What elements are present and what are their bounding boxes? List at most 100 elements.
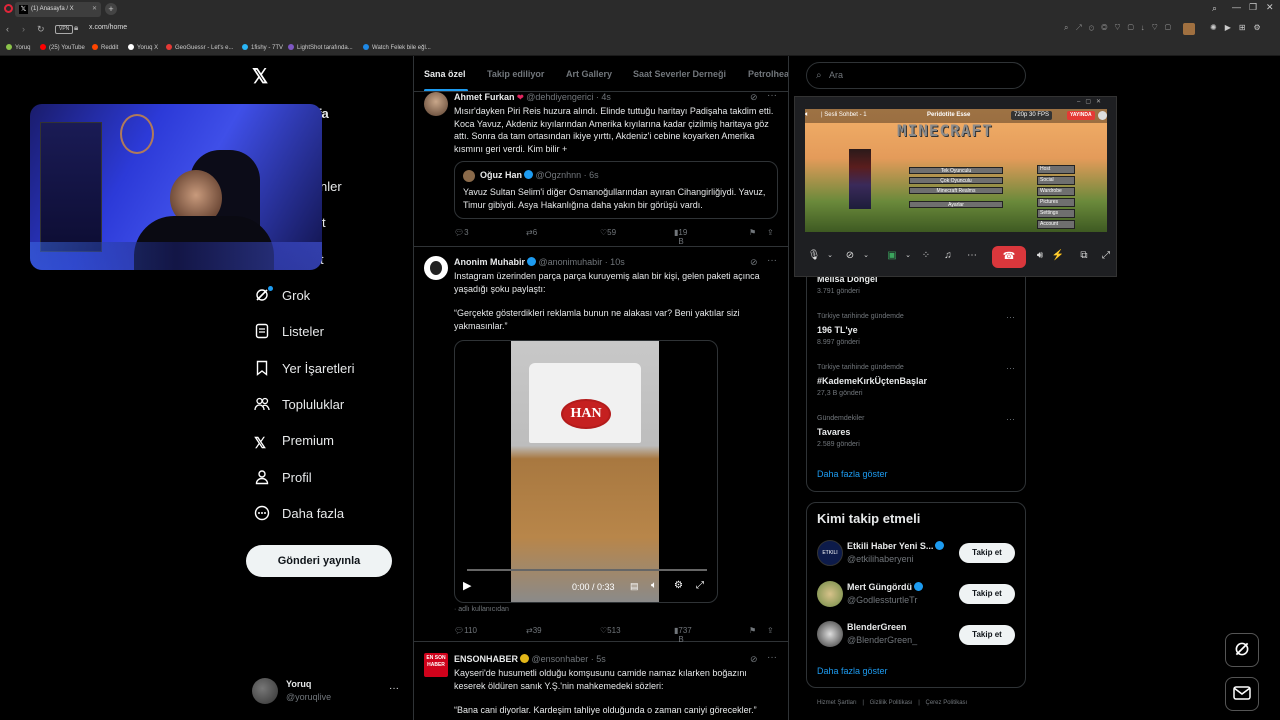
chevron-down-icon[interactable]: ⌄ [859, 249, 873, 263]
camera-off-icon[interactable]: ⊘ [843, 249, 857, 263]
post-button[interactable]: Gönderi yayınla [246, 545, 392, 577]
avatar[interactable] [817, 581, 843, 607]
search-input[interactable]: ⌕ Ara [806, 62, 1026, 89]
views-button[interactable]: ▮ 737 B [674, 626, 692, 644]
reply-button[interactable]: 💬︎ 3 [454, 228, 469, 237]
side-button[interactable]: Account [1037, 220, 1075, 229]
tweet[interactable]: Ahmet Furkan ❤ @dehdiyengerici · 4s ⊘ ··… [414, 90, 788, 247]
avatar[interactable] [817, 621, 843, 647]
footer-terms[interactable]: Hizmet Şartları [817, 700, 857, 706]
maximize-icon[interactable]: ❐ [1249, 2, 1257, 13]
author-handle[interactable]: @ensonhaber · 5s [532, 654, 606, 664]
opera-logo-icon[interactable] [4, 4, 13, 13]
bookmark-watch[interactable]: Watch Felek bile eğl... [363, 41, 431, 56]
who-name[interactable]: Mert Güngördü [847, 582, 923, 592]
share-icon[interactable]: ⇪ [767, 228, 774, 237]
who-name[interactable]: BlenderGreen [847, 622, 907, 632]
trend-title[interactable]: #KademeKırkÜçtenBaşlar [817, 376, 927, 386]
tab-for-you[interactable]: Sana özel [424, 56, 466, 91]
bookmark-yoruq-x[interactable]: Yoruq X [128, 41, 158, 56]
minimize-icon[interactable]: — [1232, 2, 1241, 12]
menu-button[interactable]: Tek Oyunculu [909, 167, 1003, 174]
nav-item-profile[interactable]: Profil [254, 466, 312, 490]
follow-button[interactable]: Takip et [959, 543, 1015, 563]
author-handle[interactable]: @anonimuhabir · 10s [539, 257, 625, 267]
grok-floating-button[interactable] [1225, 633, 1259, 667]
who-handle[interactable]: @GodlessturtleTr [847, 595, 917, 605]
bookmark-youtube[interactable]: (25) YouTube [40, 41, 85, 56]
reload-icon[interactable]: ↻ [37, 24, 45, 35]
tab-art-gallery[interactable]: Art Gallery [566, 56, 612, 91]
captions-icon[interactable]: ▤ [630, 581, 639, 592]
more-options-icon[interactable]: ⋯ [965, 249, 979, 263]
menu-button[interactable]: Ayarlar [909, 201, 1003, 208]
author-handle[interactable]: @dehdiyengerici · 4s [526, 92, 611, 102]
avatar[interactable]: EN SON HABER [424, 653, 448, 677]
search-tabs-icon[interactable]: ⌕ [1212, 3, 1217, 14]
menu-button[interactable]: Çok Oyunculu [909, 177, 1003, 184]
bookmark-icon[interactable]: ⚑ [749, 228, 756, 237]
trend-more-icon[interactable]: ··· [1006, 363, 1015, 373]
microphone-icon[interactable]: 🎙︎ [807, 249, 821, 263]
side-button[interactable]: Pictures [1037, 198, 1075, 207]
nav-partial-1[interactable]: nler [320, 179, 342, 194]
trend-title[interactable]: Tavares [817, 427, 850, 437]
video-player[interactable]: HAN ▶ 0:00 / 0:33 ▤ 🔈︎ ⚙ ⤢ [454, 340, 718, 603]
toolbar-right-icons[interactable]: ✺▶⊞⚙ [1210, 23, 1269, 32]
side-button[interactable]: Wardrobe [1037, 187, 1075, 196]
chevron-down-icon[interactable]: ⌄ [901, 249, 915, 263]
tab-close-icon[interactable]: ✕ [92, 2, 97, 17]
fullscreen-icon[interactable]: ⤢ [696, 580, 704, 591]
disconnect-button[interactable]: ☎ [992, 246, 1026, 268]
vpn-badge[interactable]: VPN [55, 25, 74, 34]
share-icon[interactable]: ⇪ [767, 626, 774, 635]
tweet-more-icon[interactable]: ··· [767, 652, 777, 663]
browser-tab[interactable]: 𝕏 (1) Anasayfa / X ✕ [15, 2, 101, 17]
show-more-follow-link[interactable]: Daha fazla göster [817, 666, 888, 676]
side-button[interactable]: Settings [1037, 209, 1075, 218]
avatar[interactable] [424, 256, 448, 280]
footer-cookies[interactable]: Çerez Politikası [926, 700, 968, 706]
toolbar-extension-icons[interactable]: ⌕↗⊙◎♡▢↓♡▢ [1064, 23, 1178, 33]
volume-icon[interactable]: 🔊︎ [1033, 249, 1047, 263]
repost-button[interactable]: ⇄ 39 [526, 626, 542, 635]
who-handle[interactable]: @etkilihaberyeni [847, 554, 914, 564]
chevron-down-icon[interactable]: ⌄ [823, 249, 837, 263]
nav-partial-2[interactable]: t [322, 215, 326, 230]
quote-tweet[interactable]: Oğuz Han @Ogznhnn · 6s Yavuz Sultan Seli… [454, 161, 778, 219]
tab-petrolhead[interactable]: Petrolhea [748, 56, 788, 91]
trend-more-icon[interactable]: ··· [1006, 312, 1015, 322]
nav-item-lists[interactable]: Listeler [254, 320, 324, 344]
game-stream[interactable]: 🔈︎ | Sesli Sohbet - 1 Peridotite Esse 72… [805, 109, 1107, 232]
fullscreen-icon[interactable]: ⤢ [1099, 249, 1113, 263]
account-switcher[interactable]: Yoruq @yoruqlive ··· [252, 676, 402, 706]
bookmark-yoruq[interactable]: Yoruq [6, 41, 30, 56]
close-window-icon[interactable]: ✕ [1266, 2, 1274, 13]
bookmark-icon[interactable]: ⚑ [749, 626, 756, 635]
bookmark-geoguessr[interactable]: GeoGuessr - Let's e... [166, 41, 234, 56]
new-tab-button[interactable]: + [105, 3, 117, 15]
trend-more-icon[interactable]: ··· [1006, 414, 1015, 424]
settings-icon[interactable]: ⚙ [674, 580, 683, 591]
tab-saat-severler[interactable]: Saat Severler Derneği [633, 56, 726, 91]
x-logo-icon[interactable]: 𝕏 [252, 66, 274, 88]
reply-button[interactable]: 💬︎ 110 [454, 626, 477, 635]
popout-icon[interactable]: ⧉ [1077, 249, 1091, 263]
chat-bubble-icon[interactable] [1098, 111, 1107, 120]
author-name[interactable]: Ahmet Furkan [454, 92, 515, 102]
bookmark-lightshot[interactable]: LightShot tarafında... [288, 41, 353, 56]
footer-privacy[interactable]: Gizlilik Politikası [870, 700, 913, 706]
url-field[interactable]: x.com/home [89, 24, 127, 31]
back-icon[interactable]: ‹ [6, 24, 9, 34]
trend-title[interactable]: 196 TL'ye [817, 325, 858, 335]
grok-tweet-icon[interactable]: ⊘ [750, 92, 758, 103]
side-button[interactable]: Host [1037, 165, 1075, 174]
messages-floating-button[interactable] [1225, 677, 1259, 711]
screen-share-icon[interactable]: ▣ [885, 249, 899, 263]
author-name[interactable]: ENSONHABER [454, 654, 518, 664]
tweet[interactable]: Anonim Muhabir @anonimuhabir · 10s ⊘ ···… [414, 248, 788, 644]
tweet-more-icon[interactable]: ··· [767, 255, 777, 266]
bookmark-reddit[interactable]: Reddit [92, 41, 118, 56]
popout-window-controls[interactable]: –▢✕ [1077, 98, 1106, 105]
volume-icon[interactable]: 🔈︎ [651, 580, 657, 591]
